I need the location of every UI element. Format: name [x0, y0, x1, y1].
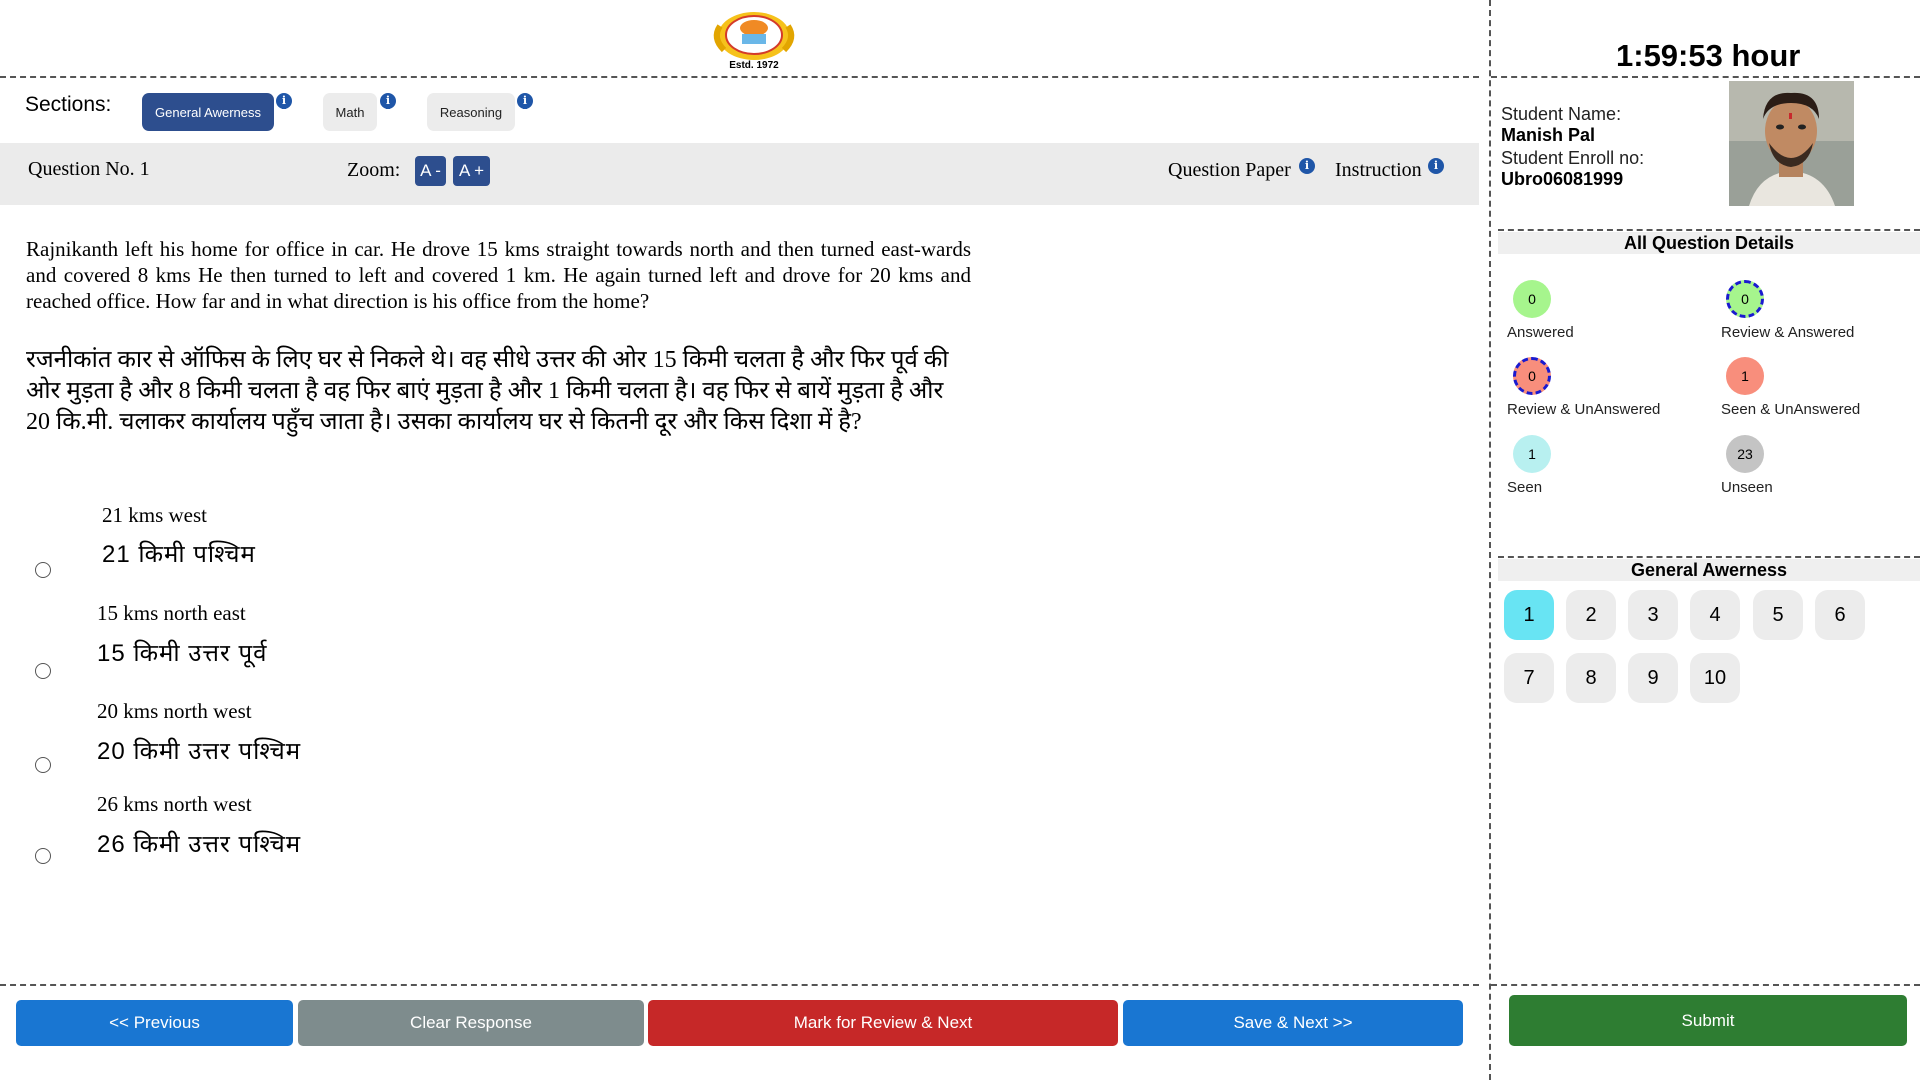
question-toolbar: Question No. 1 Zoom: A - A + Question Pa… [0, 143, 1479, 205]
palette-section-heading: General Awerness [1498, 559, 1920, 581]
question-palette-button[interactable]: 2 [1566, 590, 1616, 640]
answered-label: Answered [1507, 324, 1574, 341]
option-1-text-english[interactable]: 21 kms west [102, 503, 207, 528]
zoom-label: Zoom: [347, 159, 401, 181]
sections-label: Sections: [25, 93, 112, 116]
question-paper-label: Question Paper [1168, 159, 1291, 181]
option-4-text-english[interactable]: 26 kms north west [97, 792, 252, 817]
tab-label: Reasoning [439, 104, 503, 120]
question-palette-button[interactable]: 10 [1690, 653, 1740, 703]
previous-button[interactable]: << Previous [16, 1000, 293, 1046]
option-3-radio[interactable] [35, 757, 51, 773]
clear-response-button[interactable]: Clear Response [298, 1000, 644, 1046]
question-palette-button[interactable]: 6 [1815, 590, 1865, 640]
panel-divider [1489, 0, 1491, 1080]
countdown-timer: 1:59:53 hour [1616, 38, 1801, 73]
option-3-text-english[interactable]: 20 kms north west [97, 699, 252, 724]
seen-label: Seen [1507, 479, 1543, 496]
footer-divider [0, 984, 1479, 986]
instruction-link[interactable]: Instruction [1335, 159, 1422, 182]
info-icon[interactable]: i [1299, 158, 1315, 174]
question-palette-button[interactable]: 3 [1628, 590, 1678, 640]
option-1-radio[interactable] [35, 562, 51, 578]
unseen-label: Unseen [1721, 479, 1773, 496]
option-2-text-hindi[interactable]: 15 किमी उत्तर पूर्व [97, 636, 267, 669]
student-enroll-label: Student Enroll no: [1501, 148, 1645, 168]
question-palette-button[interactable]: 7 [1504, 653, 1554, 703]
save-next-button[interactable]: Save & Next >> [1123, 1000, 1463, 1046]
student-name-label: Student Name: [1501, 104, 1622, 124]
student-enroll-number: Ubro06081999 [1501, 169, 1624, 189]
review-answered-label: Review & Answered [1721, 324, 1855, 341]
header-divider [0, 76, 1479, 78]
student-name: Manish Pal [1501, 125, 1596, 145]
option-3-text-hindi[interactable]: 20 किमी उत्तर पश्चिम [97, 734, 301, 767]
tab-label: General Awerness [155, 104, 261, 120]
info-icon[interactable]: i [517, 93, 533, 109]
question-number: Question No. 1 [28, 158, 150, 180]
option-4-text-hindi[interactable]: 26 किमी उत्तर पश्चिम [97, 827, 301, 860]
question-paper-link[interactable]: Question Paper [1168, 159, 1291, 182]
seen-unanswered-count-badge: 1 [1726, 357, 1764, 395]
main-panel: Estd. 1972 Sections: General Awerness i … [0, 0, 1489, 1080]
student-photo [1729, 81, 1854, 206]
review-answered-count-badge: 0 [1726, 280, 1764, 318]
tab-label: Math [335, 104, 365, 120]
review-unanswered-count-badge: 0 [1513, 357, 1551, 395]
institute-logo: Estd. 1972 [702, 6, 806, 72]
zoom-in-button[interactable]: A + [453, 156, 490, 186]
question-text-english: Rajnikanth left his home for office in c… [26, 237, 971, 313]
tab-math[interactable]: Math [323, 93, 377, 131]
seen-count-badge: 1 [1513, 435, 1551, 473]
info-icon[interactable]: i [380, 93, 396, 109]
details-divider [1498, 229, 1920, 231]
mark-review-next-button[interactable]: Mark for Review & Next [648, 1000, 1118, 1046]
tab-reasoning[interactable]: Reasoning [427, 93, 515, 131]
question-text-hindi: रजनीकांत कार से ऑफिस के लिए घर से निकले … [26, 347, 949, 435]
seen-unanswered-label: Seen & UnAnswered [1721, 401, 1861, 418]
zoom-out-button[interactable]: A - [415, 156, 446, 186]
submit-button[interactable]: Submit [1509, 995, 1907, 1046]
review-unanswered-label: Review & UnAnswered [1507, 401, 1661, 418]
tab-general-awerness[interactable]: General Awerness [142, 93, 274, 131]
palette-divider [1498, 556, 1920, 558]
question-palette-button[interactable]: 9 [1628, 653, 1678, 703]
option-4-radio[interactable] [35, 848, 51, 864]
question-details-heading: All Question Details [1498, 232, 1920, 254]
option-2-text-english[interactable]: 15 kms north east [97, 601, 246, 626]
submit-divider [1491, 984, 1920, 986]
question-palette-button[interactable]: 8 [1566, 653, 1616, 703]
question-palette-button[interactable]: 1 [1504, 590, 1554, 640]
info-icon[interactable]: i [276, 93, 292, 109]
info-icon[interactable]: i [1428, 158, 1444, 174]
question-palette-button[interactable]: 5 [1753, 590, 1803, 640]
timer-divider [1491, 76, 1920, 78]
answered-count-badge: 0 [1513, 280, 1551, 318]
unseen-count-badge: 23 [1726, 435, 1764, 473]
option-1-text-hindi[interactable]: 21 किमी पश्चिम [102, 537, 256, 570]
instruction-label: Instruction [1335, 159, 1422, 181]
option-2-radio[interactable] [35, 663, 51, 679]
svg-text:Estd. 1972: Estd. 1972 [729, 60, 779, 71]
question-palette-button[interactable]: 4 [1690, 590, 1740, 640]
